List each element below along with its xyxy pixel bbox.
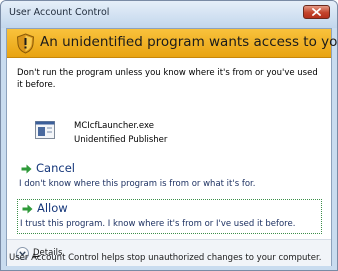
program-name: MCIcfLauncher.exe bbox=[74, 121, 154, 131]
cancel-description: I don't know where this program is from … bbox=[19, 179, 256, 189]
dialog-content: An unidentified program wants access to … bbox=[6, 28, 337, 266]
warning-banner: An unidentified program wants access to … bbox=[7, 29, 337, 58]
warning-message: Don't run the program unless you know wh… bbox=[17, 68, 318, 90]
window-title: User Account Control bbox=[9, 7, 110, 18]
title-bar: User Account Control bbox=[1, 1, 337, 28]
allow-title: Allow bbox=[37, 201, 68, 215]
uac-dialog: User Account Control An unidentified pro… bbox=[0, 0, 338, 271]
program-icon bbox=[35, 121, 55, 139]
close-button[interactable] bbox=[303, 5, 330, 19]
close-icon bbox=[312, 8, 321, 16]
allow-option[interactable]: Allow I trust this program. I know where… bbox=[17, 199, 322, 234]
green-arrow-icon bbox=[22, 204, 33, 214]
program-publisher: Unidentified Publisher bbox=[74, 135, 168, 145]
footer-text: User Account Control helps stop unauthor… bbox=[9, 253, 322, 263]
allow-description: I trust this program. I know where it's … bbox=[20, 219, 296, 229]
shield-warning-icon bbox=[16, 33, 35, 54]
green-arrow-icon bbox=[21, 164, 32, 174]
banner-text: An unidentified program wants access to … bbox=[40, 34, 338, 50]
cancel-option[interactable]: Cancel I don't know where this program i… bbox=[17, 161, 322, 195]
cancel-title: Cancel bbox=[36, 161, 75, 175]
